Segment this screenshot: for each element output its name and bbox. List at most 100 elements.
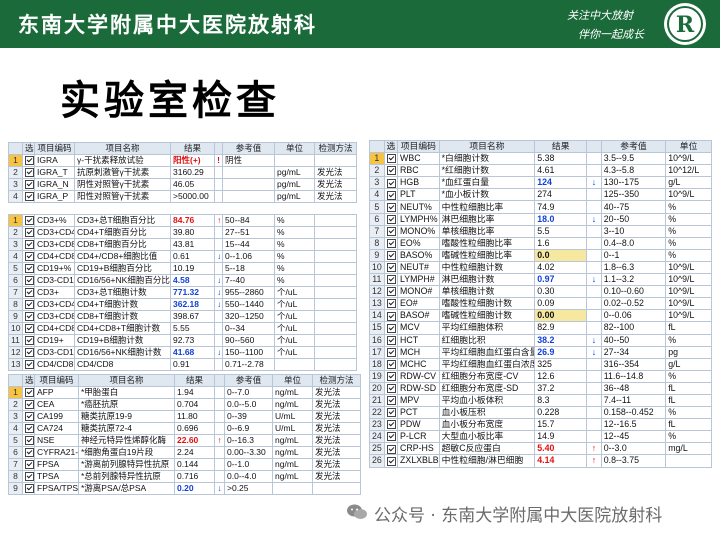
row-select-cell <box>22 334 35 347</box>
row-checkbox[interactable] <box>25 192 34 202</box>
cell-name: 平均红细胞体积 <box>438 321 536 335</box>
row-checkbox[interactable] <box>386 323 396 333</box>
row-checkbox[interactable] <box>25 472 34 482</box>
cell-unit: % <box>274 238 315 251</box>
cell-code: CA724 <box>34 422 79 435</box>
row-number: 12 <box>8 346 23 359</box>
cell-flag <box>586 152 602 166</box>
cell-method: 发光法 <box>312 470 361 483</box>
cell-unit: g/L <box>665 176 712 190</box>
row-checkbox[interactable] <box>386 396 396 406</box>
row-checkbox[interactable] <box>386 214 396 224</box>
row-checkbox[interactable] <box>386 287 396 297</box>
row-checkbox[interactable] <box>25 436 34 446</box>
row-checkbox[interactable] <box>25 412 34 422</box>
row-checkbox[interactable] <box>25 240 34 250</box>
cell-code: CRP-HS <box>397 442 440 456</box>
row-checkbox[interactable] <box>386 456 396 466</box>
wechat-icon <box>347 504 367 519</box>
table-row: 3 IGRA_N 阴性对照管γ干扰素 46.05 pg/mL 发光法 <box>8 178 357 191</box>
row-checkbox[interactable] <box>25 180 34 190</box>
cell-unit: ng/mL <box>272 398 313 411</box>
row-checkbox[interactable] <box>386 420 396 430</box>
row-checkbox[interactable] <box>25 156 34 166</box>
cell-unit: 个/uL <box>274 322 315 335</box>
row-checkbox[interactable] <box>25 460 34 470</box>
table-igra: 选项目编码 项目名称 结果 参考值 单位 检测方法 1 IGRA γ-干扰素释放试验 阳性(+)… <box>8 142 357 203</box>
cell-name: 中性粒细胞比率 <box>438 200 536 214</box>
row-number: 4 <box>369 188 385 202</box>
row-checkbox[interactable] <box>386 432 396 442</box>
table-row: 7 CD3+ CD3+总T细胞计数 771.32 ↓ 955--2860 个/uL <box>8 286 357 299</box>
cell-ref: 316--354 <box>600 357 667 371</box>
row-checkbox[interactable] <box>25 336 34 346</box>
row-checkbox[interactable] <box>386 372 396 381</box>
cell-flag: ↑ <box>586 442 602 456</box>
table-row: 2 CD3+CD4+CD4+T细胞百分比39.80 27--51% <box>8 226 357 239</box>
row-checkbox[interactable] <box>25 168 34 178</box>
row-checkbox[interactable] <box>25 348 34 358</box>
cell-unit: % <box>274 214 315 227</box>
table-row: 7 FPSA *游离前列腺特异性抗原 0.144 0--1.0 ng/mL 发光法 <box>8 458 361 471</box>
cell-ref: 0--7.0 <box>224 386 273 399</box>
row-checkbox[interactable] <box>25 448 34 458</box>
row-checkbox[interactable] <box>25 424 34 434</box>
row-checkbox[interactable] <box>25 324 34 334</box>
row-checkbox[interactable] <box>386 275 396 285</box>
row-checkbox[interactable] <box>25 400 34 410</box>
cell-result: 0.0 <box>534 248 588 262</box>
row-select-cell <box>22 470 35 483</box>
row-select-cell <box>22 214 35 227</box>
row-checkbox[interactable] <box>25 288 34 298</box>
row-checkbox[interactable] <box>386 311 396 321</box>
row-checkbox[interactable] <box>386 263 396 273</box>
cell-unit: % <box>665 333 712 347</box>
row-checkbox[interactable] <box>386 299 396 309</box>
row-checkbox[interactable] <box>386 166 396 176</box>
row-checkbox[interactable] <box>386 178 396 188</box>
row-checkbox[interactable] <box>25 360 34 370</box>
row-checkbox[interactable] <box>25 312 34 322</box>
row-select-cell <box>383 381 399 395</box>
cell-name: *血小板计数 <box>438 188 536 202</box>
row-checkbox[interactable] <box>386 444 396 454</box>
table-tumor-header: 选项目编码 项目名称 结果 参考值 单位 检测方法 <box>8 374 361 387</box>
cell-result: 10.19 <box>170 262 215 275</box>
row-checkbox[interactable] <box>386 154 396 164</box>
cell-code: MCH <box>397 345 440 359</box>
row-checkbox[interactable] <box>25 228 34 238</box>
row-checkbox[interactable] <box>386 384 396 394</box>
row-number: 15 <box>369 321 385 335</box>
row-checkbox[interactable] <box>386 226 396 236</box>
row-checkbox[interactable] <box>386 238 396 248</box>
cell-unit: % <box>665 200 712 214</box>
row-checkbox[interactable] <box>25 252 34 262</box>
row-checkbox[interactable] <box>386 347 396 357</box>
row-checkbox[interactable] <box>25 484 34 494</box>
row-checkbox[interactable] <box>386 202 396 212</box>
cell-flag <box>586 188 602 202</box>
table-row: 19 RDW-CV 红细胞分布宽度-CV 12.6 11.6--14.8% <box>369 369 712 383</box>
row-checkbox[interactable] <box>386 335 396 345</box>
row-checkbox[interactable] <box>25 276 34 286</box>
row-select-cell <box>383 430 399 444</box>
row-number: 10 <box>369 260 385 275</box>
cell-name: 抗原刺激管γ干扰素 <box>74 166 171 179</box>
cell-name: 单核细胞比率 <box>438 224 536 238</box>
cell-name: CD4+T细胞百分比 <box>74 226 171 239</box>
row-checkbox[interactable] <box>386 408 396 418</box>
cell-flag <box>586 309 602 323</box>
cell-flag <box>586 381 602 395</box>
row-checkbox[interactable] <box>25 264 34 274</box>
column-header: 项目编码 <box>397 139 440 154</box>
row-checkbox[interactable] <box>386 359 396 369</box>
cell-ref: >0.25 <box>224 482 273 495</box>
row-checkbox[interactable] <box>386 251 396 261</box>
row-checkbox[interactable] <box>25 300 34 310</box>
row-checkbox[interactable] <box>25 216 34 226</box>
cell-code: PCT <box>397 406 440 420</box>
row-checkbox[interactable] <box>25 388 34 398</box>
cell-name: *游离PSA/总PSA <box>78 482 175 495</box>
row-number: 2 <box>8 226 23 239</box>
row-checkbox[interactable] <box>386 190 396 200</box>
